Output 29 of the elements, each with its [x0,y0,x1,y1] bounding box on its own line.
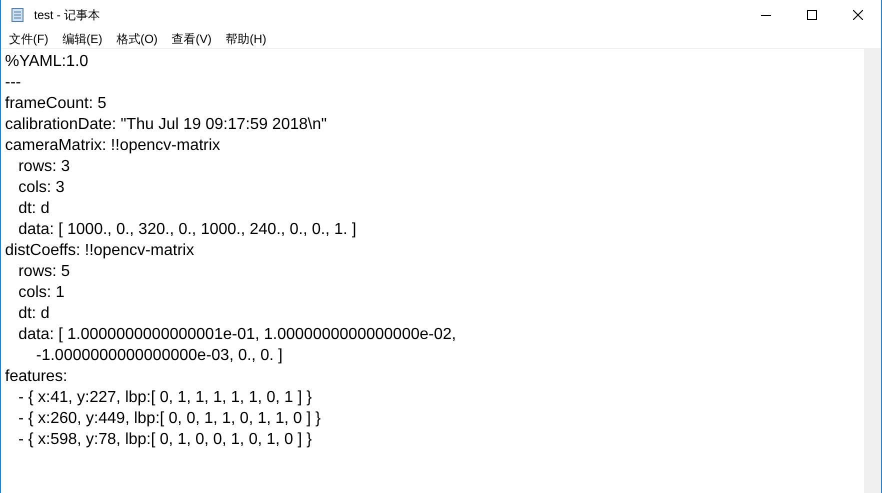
text-line: cols: 3 [17,178,65,198]
menu-item[interactable]: 帮助(H) [218,30,274,48]
window-title: test - 记事本 [34,7,100,24]
text-line: --- [5,73,21,93]
menu-item[interactable]: 编辑(E) [55,30,110,48]
maximize-icon [807,10,817,20]
text-line: - { x:598, y:78, lbp:[ 0, 1, 0, 0, 1, 0, 1, 0 ] } [17,430,312,450]
menu-item[interactable]: 查看(V) [164,30,219,48]
text-line: - { x:260, y:449, lbp:[ 0, 0, 1, 1, 0, 1, 1, 0 ] } [17,409,321,429]
text-line: cols: 1 [17,283,65,303]
text-line: features: [5,367,68,387]
text-line: rows: 3 [17,157,70,177]
text-line: -1.0000000000000000e-03, 0., 0. ] [35,346,283,366]
text-line: data: [ 1000., 0., 320., 0., 1000., 240., 0., 0., 1. ] [17,220,356,240]
text-line: - { x:41, y:227, lbp:[ 0, 1, 1, 1, 1, 1, 0, 1 ] } [17,388,312,408]
text-line: dt: d [17,199,50,219]
text-line: rows: 5 [17,262,70,282]
close-icon [853,10,863,20]
menu-item[interactable]: 文件(F) [2,30,56,48]
text-line: dt: d [17,304,50,324]
text-line: frameCount: 5 [5,94,106,114]
text-line: distCoeffs: !!opencv-matrix [5,241,194,261]
text-line: cameraMatrix: !!opencv-matrix [5,136,220,156]
text-line: data: [ 1.0000000000000001e-01, 1.0000000000000000e-02, [17,325,456,345]
menu-item[interactable]: 格式(O) [109,30,165,48]
notepad-icon [10,7,26,23]
text-line: calibrationDate: "Thu Jul 19 09:17:59 2018\n" [5,115,327,135]
vertical-scrollbar[interactable] [864,49,881,493]
text-line: %YAML:1.0 [5,52,88,72]
